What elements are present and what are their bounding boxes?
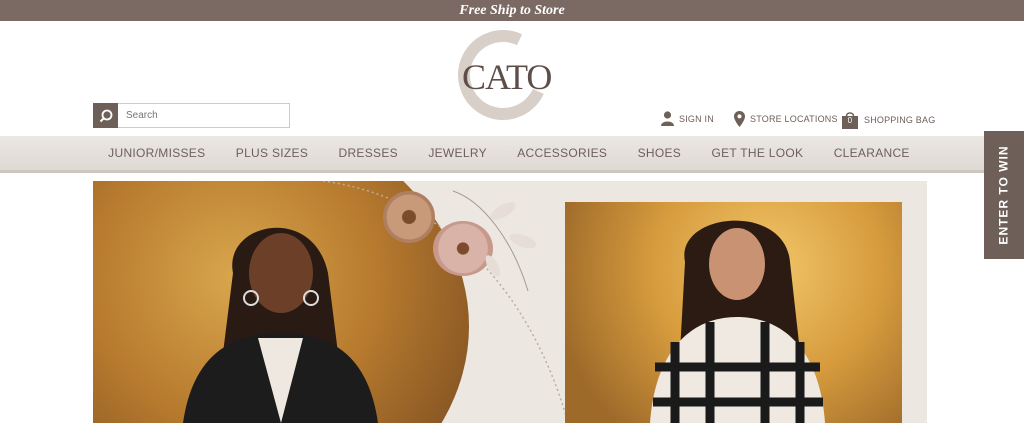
sign-in-label: SIGN IN xyxy=(679,113,714,124)
promo-text: Free Ship to Store xyxy=(459,3,565,18)
user-icon xyxy=(661,111,674,126)
main-nav: JUNIOR/MISSES PLUS SIZES DRESSES JEWELRY… xyxy=(0,136,1024,173)
shopping-bag-icon: 0 xyxy=(841,111,859,129)
nav-item-get-the-look[interactable]: GET THE LOOK xyxy=(703,146,811,160)
model-photo-right xyxy=(650,220,825,423)
map-pin-icon xyxy=(734,111,745,127)
nav-item-jewelry[interactable]: JEWELRY xyxy=(420,146,495,160)
enter-to-win-tab[interactable]: ENTER TO WIN xyxy=(984,131,1024,259)
sign-in-link[interactable]: SIGN IN xyxy=(661,111,714,126)
search-button[interactable] xyxy=(93,103,118,128)
search-icon xyxy=(99,109,112,122)
bag-count: 0 xyxy=(847,116,853,125)
shopping-bag-label: SHOPPING BAG xyxy=(864,115,936,125)
logo-text: CATO xyxy=(462,57,552,97)
store-locations-link[interactable]: STORE LOCATIONS xyxy=(734,111,838,127)
nav-item-dresses[interactable]: DRESSES xyxy=(331,146,406,160)
nav-item-junior-misses[interactable]: JUNIOR/MISSES xyxy=(100,146,213,160)
hero-right-photo xyxy=(565,202,902,423)
cato-logo[interactable]: CATO xyxy=(445,17,562,133)
search-bar xyxy=(93,103,290,128)
leaf-illustration xyxy=(452,190,537,292)
promo-banner[interactable]: Free Ship to Store xyxy=(0,0,1024,21)
nav-item-accessories[interactable]: ACCESSORIES xyxy=(509,146,615,160)
nav-item-plus-sizes[interactable]: PLUS SIZES xyxy=(228,146,316,160)
nav-item-clearance[interactable]: CLEARANCE xyxy=(826,146,918,160)
hero-banner[interactable] xyxy=(93,181,927,423)
nav-item-shoes[interactable]: SHOES xyxy=(630,146,690,160)
model-photo-left xyxy=(183,227,378,423)
store-locations-label: STORE LOCATIONS xyxy=(750,114,838,124)
shopping-bag-link[interactable]: 0 SHOPPING BAG xyxy=(841,111,935,129)
enter-to-win-label: ENTER TO WIN xyxy=(997,145,1011,245)
search-input[interactable] xyxy=(118,103,290,128)
